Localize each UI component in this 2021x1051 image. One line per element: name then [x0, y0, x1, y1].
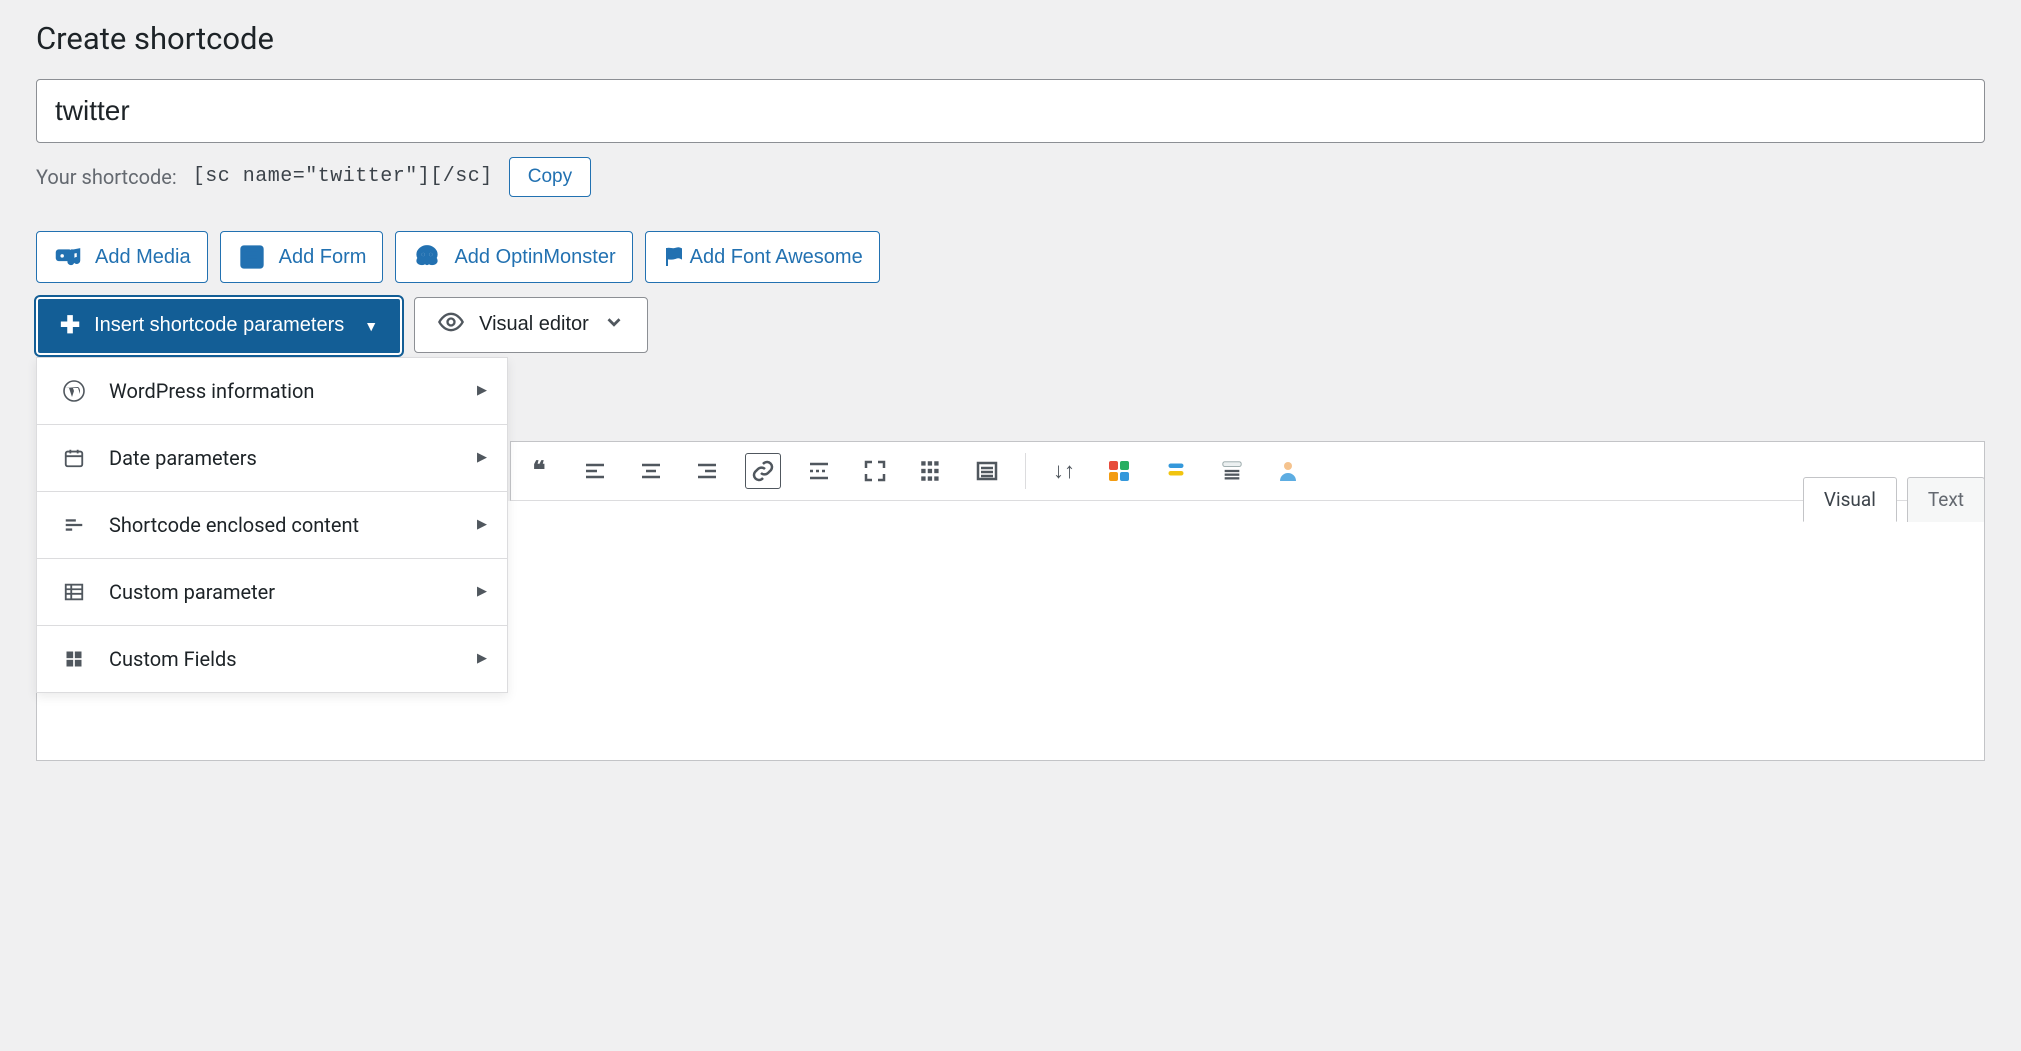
chevron-right-icon: ▶	[477, 450, 487, 465]
calendar-icon	[61, 445, 87, 471]
insert-parameters-label: Insert shortcode parameters	[94, 314, 344, 337]
optinmonster-icon	[412, 242, 442, 272]
add-font-awesome-button[interactable]: Add Font Awesome	[645, 231, 880, 283]
dropdown-item-label: Date parameters	[109, 446, 257, 470]
arrows-vertical-icon[interactable]: ↓↑	[1046, 453, 1082, 489]
grid-icon	[61, 646, 87, 672]
dropdown-item-custom-fields[interactable]: Custom Fields ▶	[37, 626, 507, 692]
dropdown-item-date-parameters[interactable]: Date parameters ▶	[37, 425, 507, 492]
dropdown-item-label: Shortcode enclosed content	[109, 513, 359, 537]
add-optinmonster-label: Add OptinMonster	[454, 247, 615, 267]
add-form-label: Add Form	[279, 247, 367, 267]
dropdown-item-label: WordPress information	[109, 379, 314, 403]
lines-icon	[61, 512, 87, 538]
link-icon[interactable]	[745, 453, 781, 489]
shortcode-label: Your shortcode:	[36, 165, 177, 189]
page-title: Create shortcode	[36, 20, 1985, 57]
copy-button[interactable]: Copy	[509, 157, 591, 197]
tab-text[interactable]: Text	[1907, 477, 1985, 522]
blockquote-icon[interactable]: ❝	[521, 453, 557, 489]
caret-down-icon: ▼	[364, 318, 378, 334]
read-more-icon[interactable]	[801, 453, 837, 489]
add-font-awesome-label: Add Font Awesome	[690, 247, 863, 267]
chevron-right-icon: ▶	[477, 584, 487, 599]
user-icon[interactable]	[1270, 453, 1306, 489]
align-center-icon[interactable]	[633, 453, 669, 489]
plus-icon: ✚	[60, 311, 80, 340]
add-media-label: Add Media	[95, 247, 191, 267]
editor-toolbar: ❝ ↓↑	[510, 441, 1985, 501]
shortcode-name-input[interactable]	[36, 79, 1985, 143]
eye-icon	[437, 308, 465, 342]
highlight-icon[interactable]	[1158, 453, 1194, 489]
add-form-button[interactable]: Add Form	[220, 231, 384, 283]
visual-editor-label: Visual editor	[479, 313, 589, 336]
insert-parameters-dropdown: WordPress information ▶ Date parameters …	[36, 357, 508, 693]
tab-visual[interactable]: Visual	[1803, 477, 1897, 522]
camera-music-icon	[53, 242, 83, 272]
add-optinmonster-button[interactable]: Add OptinMonster	[395, 231, 632, 283]
chevron-right-icon: ▶	[477, 651, 487, 666]
dropdown-item-label: Custom Fields	[109, 647, 237, 671]
dropdown-item-label: Custom parameter	[109, 580, 275, 604]
shortcode-code: [sc name="twitter"][/sc]	[193, 165, 493, 188]
list-icon[interactable]	[969, 453, 1005, 489]
fullscreen-icon[interactable]	[857, 453, 893, 489]
chevron-right-icon: ▶	[477, 517, 487, 532]
align-right-icon[interactable]	[689, 453, 725, 489]
dropdown-item-enclosed-content[interactable]: Shortcode enclosed content ▶	[37, 492, 507, 559]
insert-parameters-button[interactable]: ✚ Insert shortcode parameters ▼	[36, 297, 402, 355]
dropdown-item-wordpress-info[interactable]: WordPress information ▶	[37, 358, 507, 425]
form-icon	[237, 242, 267, 272]
chevron-down-icon	[603, 311, 625, 338]
menu-icon[interactable]	[1214, 453, 1250, 489]
flag-icon	[662, 242, 686, 272]
table-icon	[61, 579, 87, 605]
color-blocks-icon[interactable]	[1102, 453, 1138, 489]
add-media-button[interactable]: Add Media	[36, 231, 208, 283]
wordpress-icon	[61, 378, 87, 404]
dropdown-item-custom-parameter[interactable]: Custom parameter ▶	[37, 559, 507, 626]
visual-editor-button[interactable]: Visual editor	[414, 297, 648, 353]
chevron-right-icon: ▶	[477, 383, 487, 398]
toolbar-separator	[1025, 453, 1026, 489]
toolbar-toggle-icon[interactable]	[913, 453, 949, 489]
align-left-icon[interactable]	[577, 453, 613, 489]
